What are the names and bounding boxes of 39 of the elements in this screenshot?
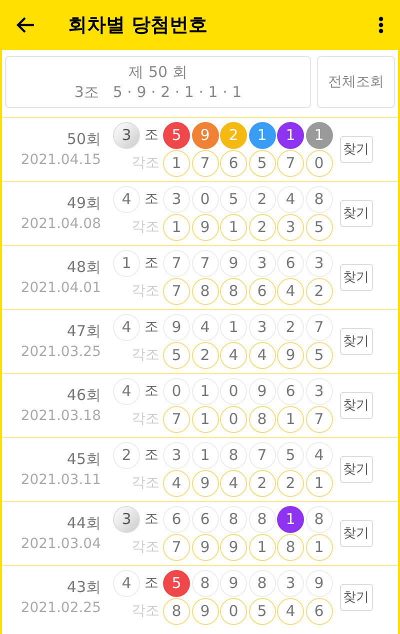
summary-group: 3조 [74,82,99,102]
draw-date: 2021.03.04 [20,534,101,554]
round-number: 48회 [66,256,101,278]
draw-date: 2021.03.11 [20,470,101,490]
draw-date: 2021.03.25 [20,342,101,362]
find-button[interactable]: 찾기 [340,456,372,483]
view-all-button[interactable]: 전체조회 [317,56,395,108]
group-label: 조 [144,510,160,529]
draw-date: 2021.03.18 [20,406,101,426]
round-number: 44회 [66,512,101,534]
round-number: 49회 [66,192,101,214]
draw-date: 2021.04.01 [20,278,101,298]
screen-title: 회차별 당첨번호 [68,12,208,38]
find-button[interactable]: 찾기 [340,328,372,355]
draw-date: 2021.04.15 [20,150,101,170]
summary-numbers: 5 · 9 · 2 · 1 · 1 · 1 [112,82,242,102]
more-menu-icon[interactable] [378,16,384,34]
find-button[interactable]: 찾기 [340,392,372,419]
group-label: 조 [144,126,160,145]
group-label: 조 [144,318,160,337]
draw-date: 2021.02.25 [20,598,101,618]
back-arrow-icon[interactable] [16,15,36,35]
group-label: 조 [144,190,160,209]
round-number: 50회 [66,128,101,150]
round-number: 47회 [66,320,101,342]
find-button[interactable]: 찾기 [340,264,372,291]
group-label: 조 [144,574,160,593]
draw-date: 2021.04.08 [20,214,101,234]
group-label: 조 [144,254,160,273]
draw-title: 제 50 회 [128,62,188,82]
find-button[interactable]: 찾기 [340,136,372,163]
find-button[interactable]: 찾기 [340,520,372,547]
find-button[interactable]: 찾기 [340,584,372,611]
round-number: 45회 [66,448,101,470]
round-number: 46회 [66,384,101,406]
find-button[interactable]: 찾기 [340,200,372,227]
group-label: 조 [144,446,160,465]
group-label: 조 [144,382,160,401]
round-number: 43회 [66,576,101,598]
